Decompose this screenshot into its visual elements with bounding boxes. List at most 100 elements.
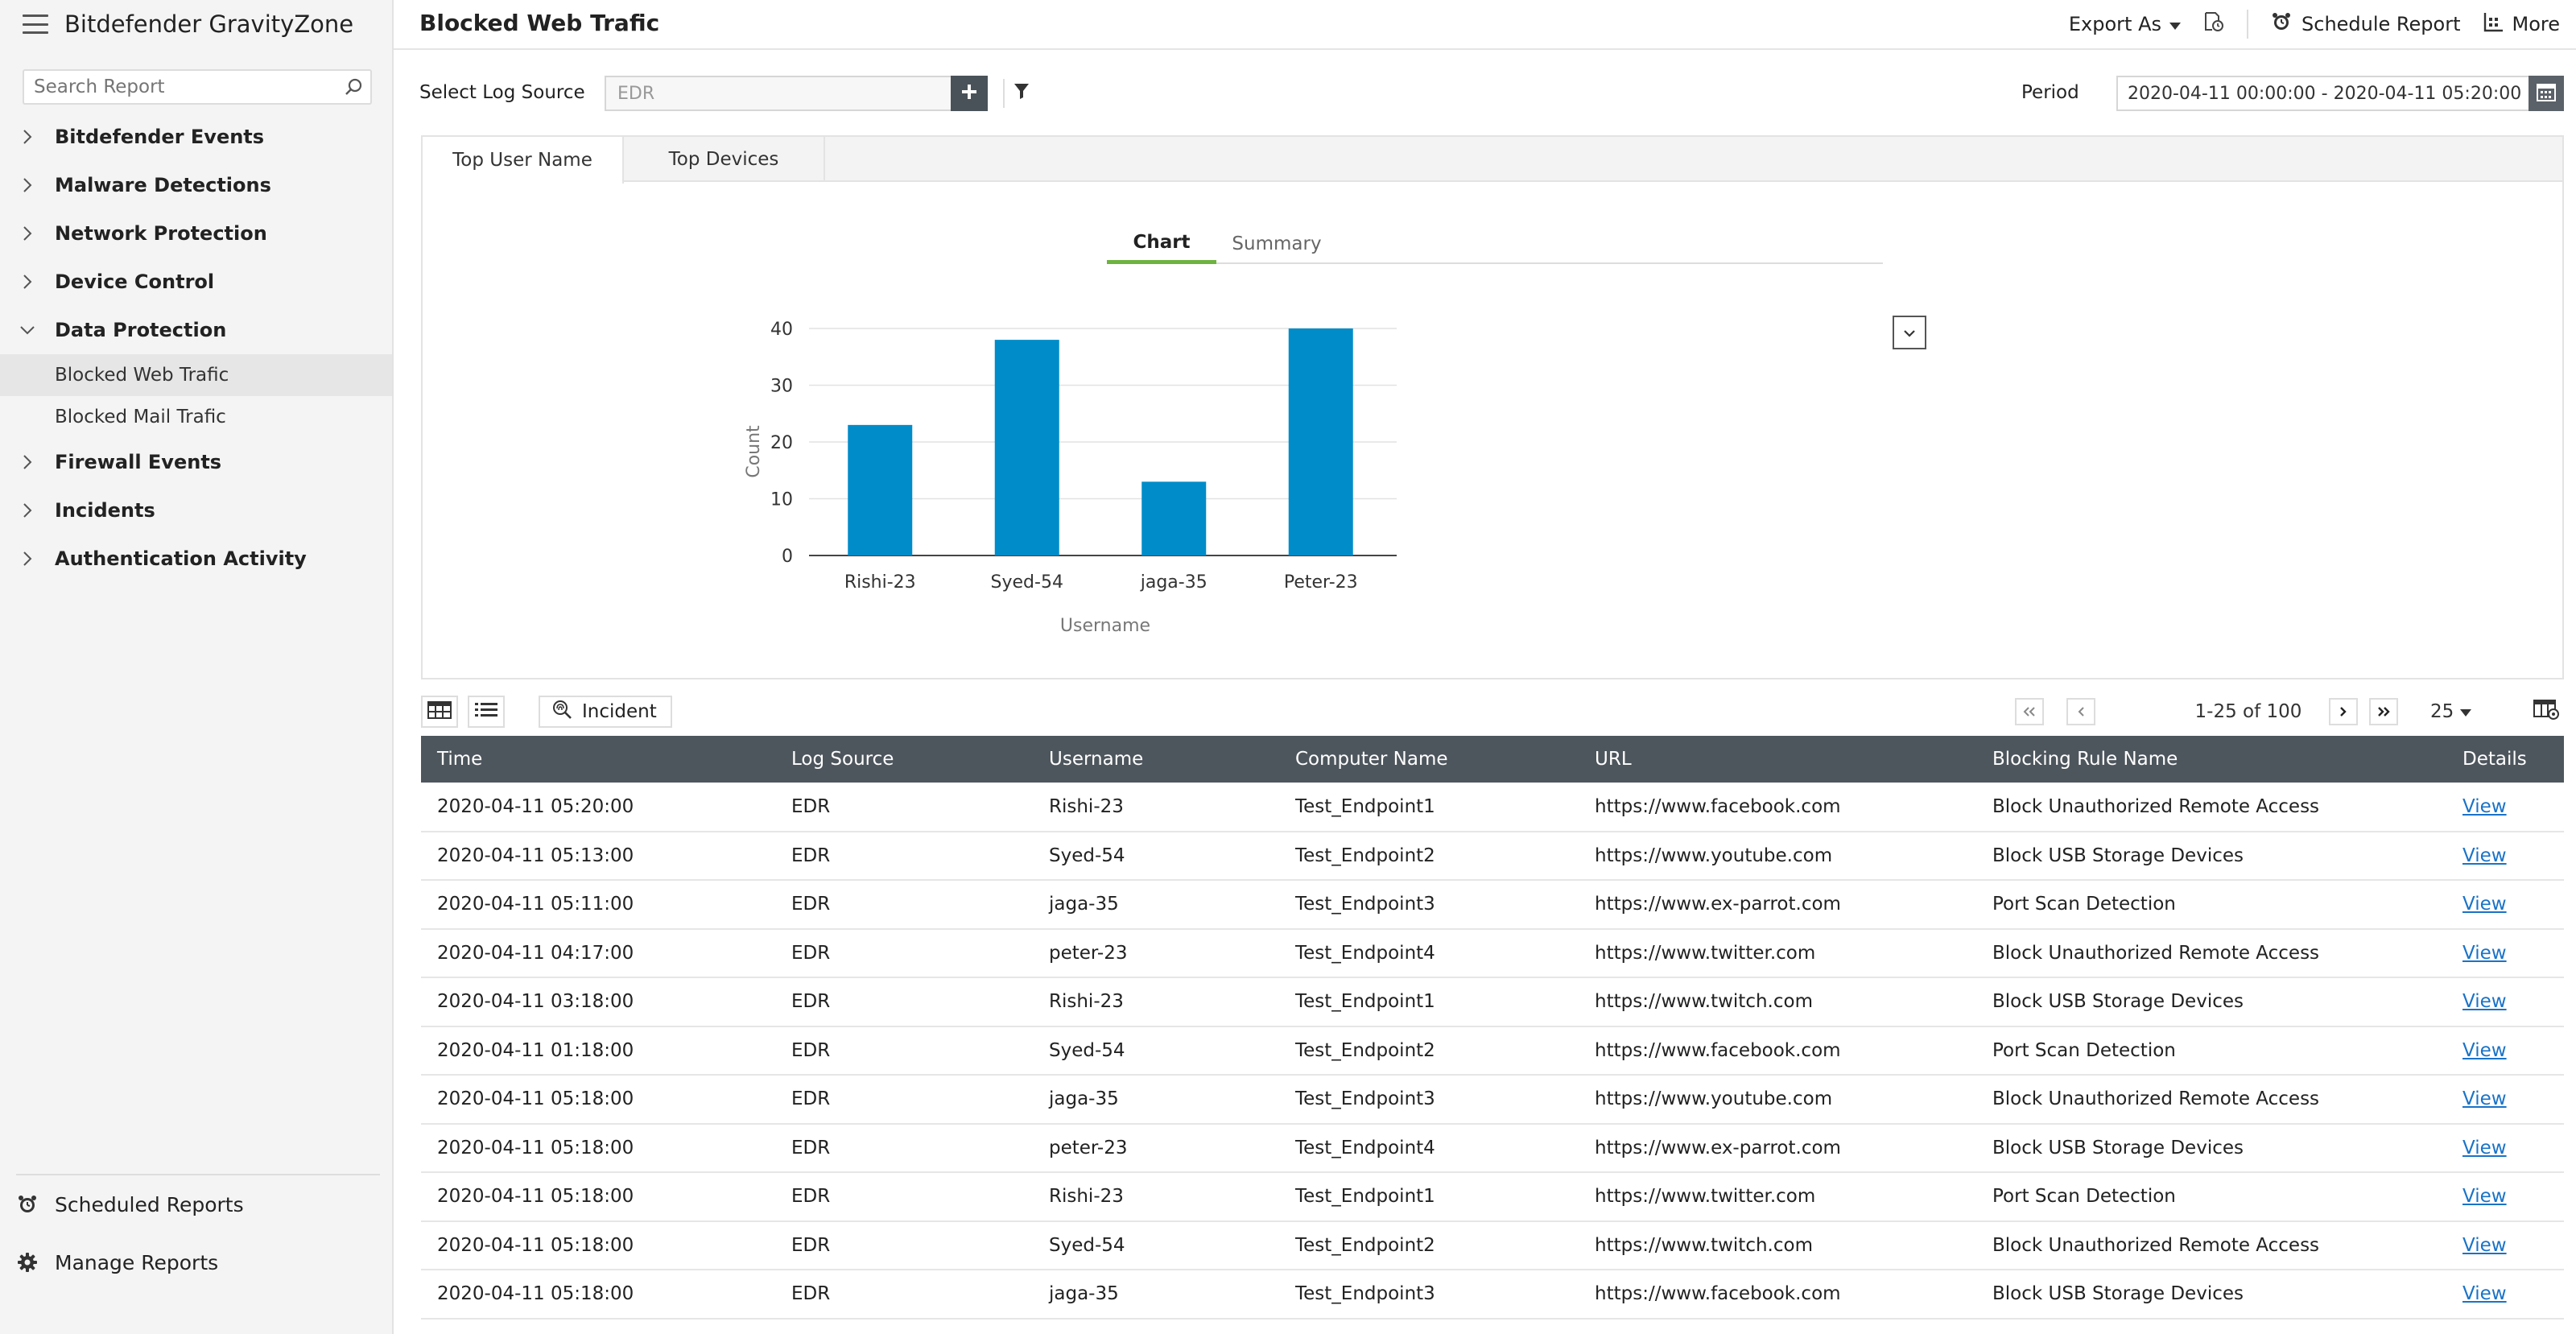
column-header-url[interactable]: URL <box>1579 736 1976 783</box>
cell-blocking-rule-name: Port Scan Detection <box>1976 1026 2446 1076</box>
page-size-select[interactable]: 25 <box>2430 701 2472 722</box>
nav-item-label: Network Protection <box>55 222 267 245</box>
y-tick-label: 40 <box>770 320 793 340</box>
cell-username: Rishi-23 <box>1033 1172 1279 1222</box>
table-row[interactable]: 2020-04-11 05:18:00 EDR jaga-35 Test_Endpoi… <box>421 1075 2564 1125</box>
search-icon[interactable] <box>338 71 370 103</box>
calendar-button[interactable] <box>2529 76 2564 111</box>
grid-view-button[interactable] <box>421 696 458 728</box>
cell-url: https://www.facebook.com <box>1579 783 1976 832</box>
column-header-log-source[interactable]: Log Source <box>775 736 1033 783</box>
column-header-details[interactable]: Details <box>2446 736 2564 783</box>
column-header-computer-name[interactable]: Computer Name <box>1279 736 1579 783</box>
view-details-link[interactable]: View <box>2462 796 2507 817</box>
view-details-link[interactable]: View <box>2462 1283 2507 1304</box>
table-row[interactable]: 2020-04-11 05:13:00 EDR Syed-54 Test_Endpoi… <box>421 831 2564 881</box>
add-log-source-button[interactable] <box>951 76 988 111</box>
table-row[interactable]: 2020-04-11 01:18:00 EDR Syed-54 Test_Endpoi… <box>421 1026 2564 1076</box>
next-page-button[interactable] <box>2329 698 2358 725</box>
bar[interactable] <box>1288 328 1353 555</box>
column-header-time[interactable]: Time <box>421 736 775 783</box>
export-history-button[interactable] <box>2203 11 2224 37</box>
sidebar: Bitdefender GravityZone Bitdefender Even… <box>0 0 394 1334</box>
cell-time: 2020-04-11 05:18:00 <box>421 1075 775 1125</box>
period-input[interactable]: 2020-04-11 00:00:00 - 2020-04-11 05:20:0… <box>2116 76 2537 111</box>
schedule-report-button[interactable]: Schedule Report <box>2271 11 2461 37</box>
header-actions: Export As Schedule Report More <box>2046 8 2560 40</box>
bar[interactable] <box>848 424 913 555</box>
main-content: Blocked Web Trafic Export As Schedule Re… <box>394 0 2576 1334</box>
cell-username: Rishi-23 <box>1033 977 1279 1027</box>
cell-url: https://www.twitter.com <box>1579 1172 1976 1222</box>
cell-details: View <box>2446 977 2564 1027</box>
view-details-link[interactable]: View <box>2462 1235 2507 1256</box>
first-page-button[interactable] <box>2015 698 2044 725</box>
more-label: More <box>2512 13 2561 35</box>
cell-blocking-rule-name: Block Unauthorized Remote Access <box>1976 1075 2446 1125</box>
chart-options-button[interactable] <box>1893 316 1926 349</box>
view-details-link[interactable]: View <box>2462 1186 2507 1207</box>
cell-details: View <box>2446 1270 2564 1320</box>
cell-blocking-rule-name: Block USB Storage Devices <box>1976 1123 2446 1173</box>
table-row[interactable]: 2020-04-11 05:11:00 EDR jaga-35 Test_Endpoi… <box>421 880 2564 930</box>
table-row[interactable]: 2020-04-11 05:18:00 EDR Syed-54 Test_Endpoi… <box>421 1220 2564 1270</box>
table-row[interactable]: 2020-04-11 03:18:00 EDR Rishi-23 Test_Endpo… <box>421 977 2564 1027</box>
view-details-link[interactable]: View <box>2462 943 2507 964</box>
list-view-button[interactable] <box>468 696 505 728</box>
incident-button[interactable]: Incident <box>539 696 672 728</box>
cell-username: jaga-35 <box>1033 880 1279 930</box>
view-details-link[interactable]: View <box>2462 1138 2507 1158</box>
previous-page-button[interactable] <box>2066 698 2095 725</box>
column-settings-icon[interactable] <box>2533 699 2559 723</box>
sidebar-footer: Scheduled Reports Manage Reports <box>16 1174 380 1291</box>
sub-item-blocked-web-trafic[interactable]: Blocked Web Trafic <box>0 354 392 396</box>
nav-item-data-protection[interactable]: Data Protection <box>0 306 392 354</box>
brand-name: Bitdefender GravityZone <box>64 10 354 38</box>
table-row[interactable]: 2020-04-11 05:18:00 EDR jaga-35 Test_Endpoi… <box>421 1270 2564 1320</box>
export-as-button[interactable]: Export As <box>2069 13 2182 35</box>
nav-item-incidents[interactable]: Incidents <box>0 486 392 535</box>
cell-log-source: EDR <box>775 1026 1033 1076</box>
nav-item-network-protection[interactable]: Network Protection <box>0 209 392 258</box>
column-header-username[interactable]: Username <box>1033 736 1279 783</box>
sub-item-blocked-mail-trafic[interactable]: Blocked Mail Trafic <box>0 396 392 438</box>
log-source-input[interactable]: EDR <box>605 76 959 111</box>
cell-computer-name: Test_Endpoint1 <box>1279 977 1579 1027</box>
nav-item-device-control[interactable]: Device Control <box>0 258 392 306</box>
search-report-input[interactable] <box>34 76 338 97</box>
period-label: Period <box>2021 82 2079 103</box>
hamburger-menu-icon[interactable] <box>23 14 48 34</box>
table-row[interactable]: 2020-04-11 05:18:00 EDR Rishi-23 Test_Endpo… <box>421 1172 2564 1222</box>
view-details-link[interactable]: View <box>2462 894 2507 915</box>
last-page-button[interactable] <box>2369 698 2398 725</box>
cell-username: Syed-54 <box>1033 831 1279 881</box>
nav-item-malware-detections[interactable]: Malware Detections <box>0 161 392 209</box>
table-body: 2020-04-11 05:20:00 EDR Rishi-23 Test_Endpo… <box>421 783 2564 1320</box>
column-header-blocking-rule-name[interactable]: Blocking Rule Name <box>1976 736 2446 783</box>
filter-funnel-icon[interactable] <box>1013 82 1030 103</box>
nav-item-bitdefender-events[interactable]: Bitdefender Events <box>0 113 392 161</box>
manage-reports-label: Manage Reports <box>55 1250 219 1274</box>
view-details-link[interactable]: View <box>2462 991 2507 1012</box>
bar[interactable] <box>1141 481 1207 555</box>
scheduled-reports-link[interactable]: Scheduled Reports <box>16 1175 380 1233</box>
gear-icon <box>16 1251 39 1274</box>
view-details-link[interactable]: View <box>2462 845 2507 866</box>
manage-reports-link[interactable]: Manage Reports <box>16 1233 380 1291</box>
nav-item-authentication-activity[interactable]: Authentication Activity <box>0 535 392 583</box>
pagination: 1-25 of 100 25 <box>2015 696 2472 728</box>
cell-details: View <box>2446 831 2564 881</box>
view-details-link[interactable]: View <box>2462 1088 2507 1109</box>
table-header-row: Time Log Source Username Computer Name U… <box>421 736 2564 783</box>
cell-computer-name: Test_Endpoint3 <box>1279 1075 1579 1125</box>
view-details-link[interactable]: View <box>2462 1040 2507 1061</box>
nav-item-label: Incidents <box>55 499 155 522</box>
table-row[interactable]: 2020-04-11 05:18:00 EDR peter-23 Test_Endpo… <box>421 1123 2564 1173</box>
nav-item-firewall-events[interactable]: Firewall Events <box>0 438 392 486</box>
table-row[interactable]: 2020-04-11 05:20:00 EDR Rishi-23 Test_Endpo… <box>421 783 2564 832</box>
bar[interactable] <box>994 340 1059 555</box>
table-row[interactable]: 2020-04-11 04:17:00 EDR peter-23 Test_Endpo… <box>421 928 2564 978</box>
more-button[interactable]: More <box>2483 11 2561 37</box>
cell-time: 2020-04-11 04:17:00 <box>421 928 775 978</box>
cell-username: peter-23 <box>1033 1123 1279 1173</box>
